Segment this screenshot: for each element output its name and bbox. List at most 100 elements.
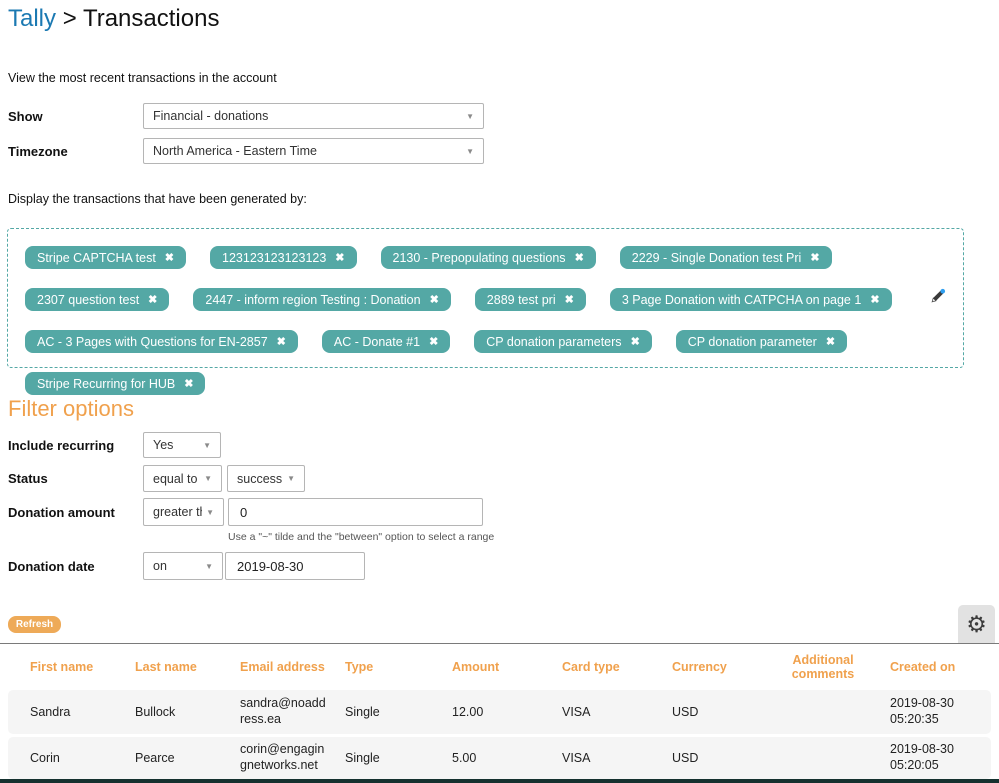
show-select[interactable]: Financial - donations ▼ xyxy=(143,103,484,129)
status-value-select[interactable]: success ▼ xyxy=(227,465,305,492)
tag-chip[interactable]: 123123123123123 ✖ xyxy=(210,246,357,269)
bottom-bar xyxy=(0,779,999,783)
include-recurring-value: Yes xyxy=(153,438,199,452)
tag-chip[interactable]: Stripe CAPTCHA test ✖ xyxy=(25,246,186,269)
date-operator-value: on xyxy=(153,559,201,573)
cell-type: Single xyxy=(345,751,452,765)
cell-first-name: Corin xyxy=(30,751,135,765)
cell-currency: USD xyxy=(672,705,770,719)
cell-amount: 5.00 xyxy=(452,751,562,765)
breadcrumb-tally-link[interactable]: Tally xyxy=(8,5,56,32)
cell-type: Single xyxy=(345,705,452,719)
include-recurring-select[interactable]: Yes ▼ xyxy=(143,432,221,458)
tag-chip[interactable]: 2447 - inform region Testing : Donation ✖ xyxy=(193,288,450,311)
page-subtitle: View the most recent transactions in the… xyxy=(8,71,277,85)
tag-label: 3 Page Donation with CATPCHA on page 1 xyxy=(622,293,862,307)
cell-created-on: 2019-08-30 05:20:05 xyxy=(890,742,970,773)
status-label: Status xyxy=(8,471,48,486)
tag-label: 123123123123123 xyxy=(222,251,326,265)
column-header: Amount xyxy=(452,660,562,674)
tag-label: 2447 - inform region Testing : Donation xyxy=(205,293,420,307)
remove-tag-icon[interactable]: ✖ xyxy=(575,251,584,264)
show-label: Show xyxy=(8,109,43,124)
column-header: Email address xyxy=(240,660,345,674)
filter-options-title: Filter options xyxy=(8,396,134,422)
donation-amount-label: Donation amount xyxy=(8,505,115,520)
tag-chip[interactable]: CP donation parameter ✖ xyxy=(676,330,847,353)
timezone-select[interactable]: North America - Eastern Time ▼ xyxy=(143,138,484,164)
column-header: Additional comments xyxy=(770,653,890,681)
tag-label: 2889 test pri xyxy=(487,293,556,307)
page-tags-container: Stripe CAPTCHA test ✖ 123123123123123 ✖ 21… xyxy=(7,228,964,368)
remove-tag-icon[interactable]: ✖ xyxy=(565,293,574,306)
column-header: Last name xyxy=(135,660,240,674)
column-header: Currency xyxy=(672,660,770,674)
column-header: Type xyxy=(345,660,452,674)
tag-label: AC - Donate #1 xyxy=(334,335,420,349)
page-title: Transactions xyxy=(83,5,220,32)
date-operator-select[interactable]: on ▼ xyxy=(143,552,223,580)
chevron-down-icon: ▼ xyxy=(206,508,214,517)
cell-card-type: VISA xyxy=(562,705,672,719)
breadcrumb-separator: > xyxy=(63,5,77,32)
tag-chip[interactable]: CP donation parameters ✖ xyxy=(474,330,652,353)
refresh-button[interactable]: Refresh xyxy=(8,616,61,633)
tag-chip[interactable]: 2130 - Prepopulating questions✖ xyxy=(381,246,596,269)
tag-chip[interactable]: 2889 test pri ✖ xyxy=(475,288,586,311)
timezone-select-value: North America - Eastern Time xyxy=(153,144,462,158)
tag-label: Stripe CAPTCHA test xyxy=(37,251,156,265)
generated-by-label: Display the transactions that have been … xyxy=(8,192,307,206)
chevron-down-icon: ▼ xyxy=(203,441,211,450)
cell-created-on: 2019-08-30 05:20:35 xyxy=(890,696,970,727)
tag-label: Stripe Recurring for HUB xyxy=(37,377,175,391)
remove-tag-icon[interactable]: ✖ xyxy=(165,251,174,264)
tag-chip[interactable]: AC - Donate #1 ✖ xyxy=(322,330,450,353)
cell-last-name: Pearce xyxy=(135,751,240,765)
cell-currency: USD xyxy=(672,751,770,765)
tag-chip[interactable]: 2229 - Single Donation test Pri✖ xyxy=(620,246,832,269)
amount-operator-value: greater than xyxy=(153,505,202,519)
gear-icon: ⚙ xyxy=(966,613,987,636)
cell-email: sandra@noaddress.ea xyxy=(240,696,340,727)
date-input[interactable] xyxy=(225,552,365,580)
tag-chip[interactable]: Stripe Recurring for HUB ✖ xyxy=(25,372,205,395)
remove-tag-icon[interactable]: ✖ xyxy=(429,335,438,348)
chevron-down-icon: ▼ xyxy=(205,562,213,571)
remove-tag-icon[interactable]: ✖ xyxy=(148,293,157,306)
remove-tag-icon[interactable]: ✖ xyxy=(810,251,819,264)
amount-operator-select[interactable]: greater than ▼ xyxy=(143,498,224,526)
donation-date-label: Donation date xyxy=(8,559,95,574)
show-select-value: Financial - donations xyxy=(153,109,462,123)
remove-tag-icon[interactable]: ✖ xyxy=(335,251,344,264)
table-settings-button[interactable]: ⚙ xyxy=(958,605,995,643)
transactions-page: Tally > Transactions View the most recen… xyxy=(0,0,999,783)
remove-tag-icon[interactable]: ✖ xyxy=(430,293,439,306)
chevron-down-icon: ▼ xyxy=(466,112,474,121)
column-header: Created on xyxy=(890,660,983,674)
remove-tag-icon[interactable]: ✖ xyxy=(184,377,193,390)
remove-tag-icon[interactable]: ✖ xyxy=(277,335,286,348)
status-operator-select[interactable]: equal to ▼ xyxy=(143,465,222,492)
tag-chip[interactable]: 3 Page Donation with CATPCHA on page 1 ✖ xyxy=(610,288,892,311)
table-row: Sandra Bullock sandra@noaddress.ea Singl… xyxy=(8,690,991,734)
tag-chip[interactable]: AC - 3 Pages with Questions for EN-2857✖ xyxy=(25,330,298,353)
table-top-divider xyxy=(0,643,999,644)
chevron-down-icon: ▼ xyxy=(466,147,474,156)
amount-help-text: Use a "~" tilde and the "between" option… xyxy=(228,531,494,543)
remove-tag-icon[interactable]: ✖ xyxy=(826,335,835,348)
chevron-down-icon: ▼ xyxy=(287,474,295,483)
cell-last-name: Bullock xyxy=(135,705,240,719)
tag-label: CP donation parameter xyxy=(688,335,817,349)
include-recurring-label: Include recurring xyxy=(8,438,114,453)
remove-tag-icon[interactable]: ✖ xyxy=(631,335,640,348)
cell-card-type: VISA xyxy=(562,751,672,765)
amount-input[interactable] xyxy=(228,498,483,526)
tag-label: CP donation parameters xyxy=(486,335,621,349)
tag-chip[interactable]: 2307 question test ✖ xyxy=(25,288,169,311)
tag-label: 2307 question test xyxy=(37,293,139,307)
remove-tag-icon[interactable]: ✖ xyxy=(870,293,879,306)
status-value: success xyxy=(237,472,283,486)
table-header-row: First name Last name Email address Type … xyxy=(8,648,991,686)
cell-amount: 12.00 xyxy=(452,705,562,719)
edit-icon[interactable] xyxy=(930,287,947,309)
